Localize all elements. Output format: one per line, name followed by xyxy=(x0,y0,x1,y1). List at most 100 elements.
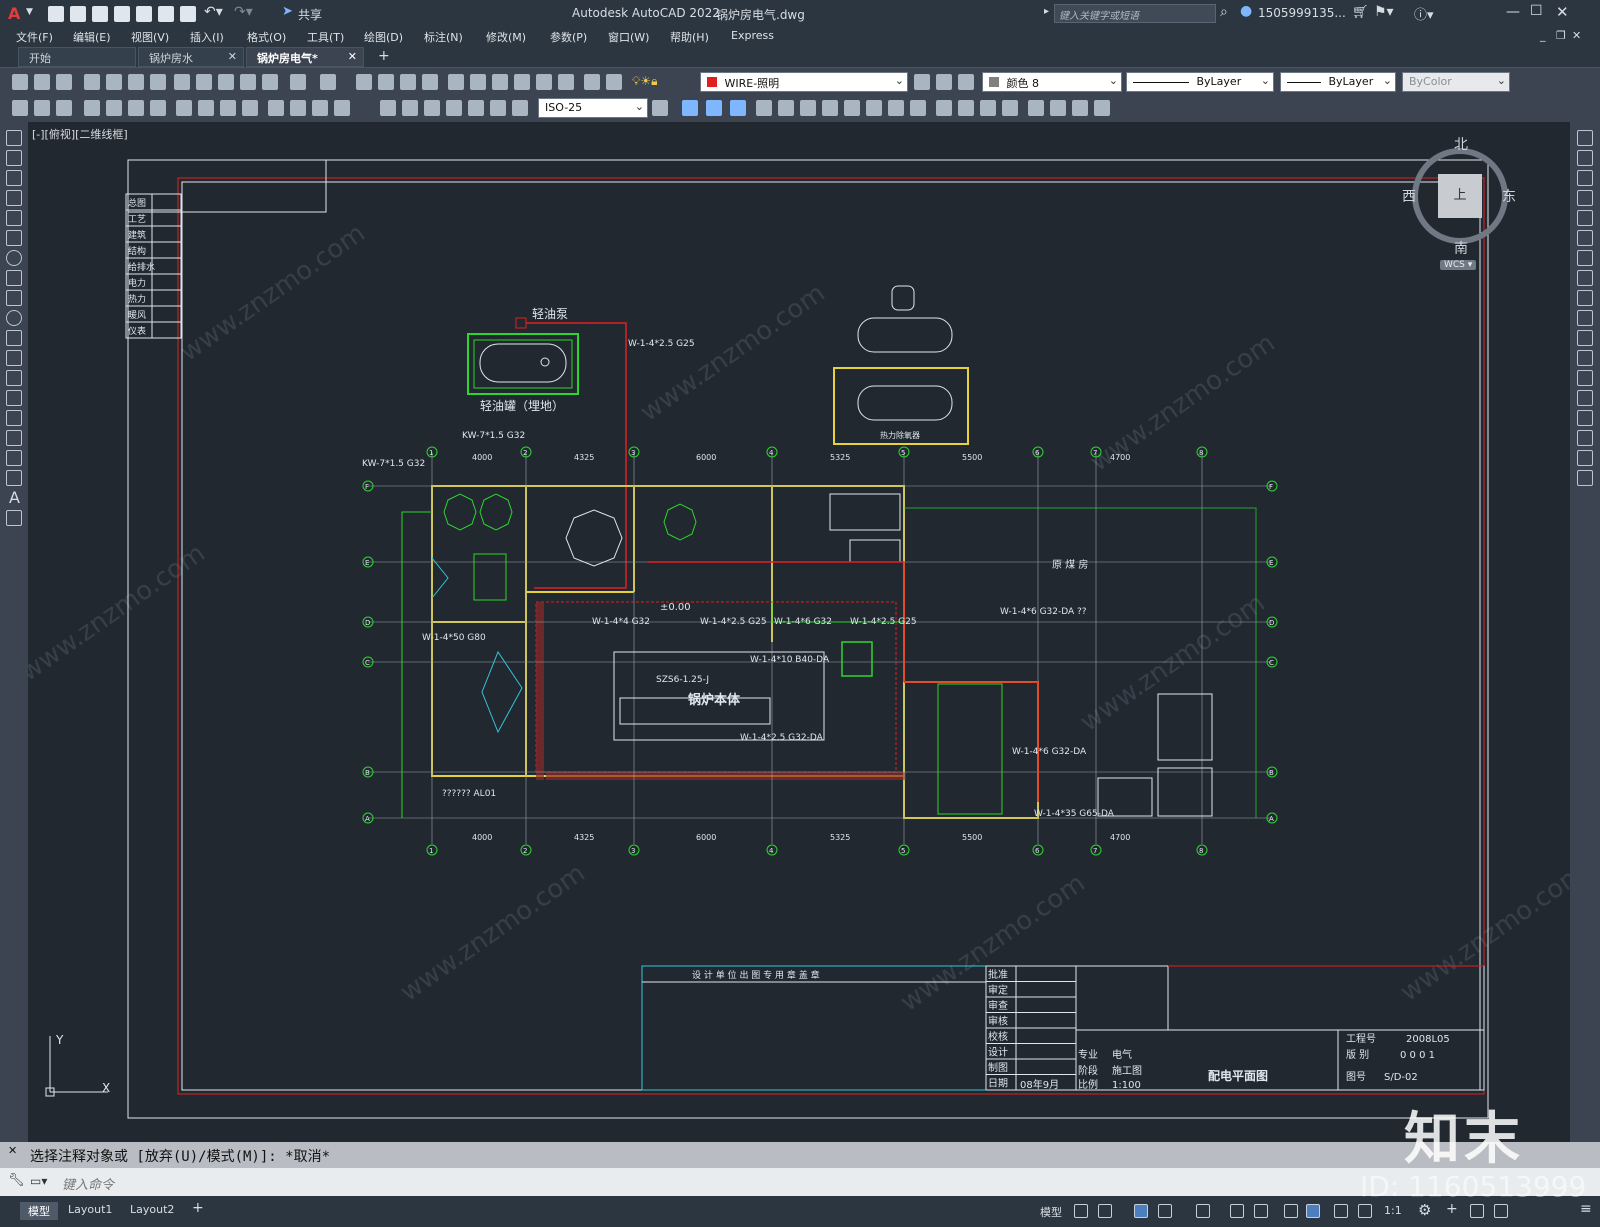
extend-icon[interactable] xyxy=(1577,330,1593,346)
publish-icon[interactable] xyxy=(128,74,144,90)
modify-11-icon[interactable] xyxy=(910,100,926,116)
calculator-icon[interactable] xyxy=(558,74,574,90)
tab-boiler-electrical[interactable]: 锅炉房电气* ✕ xyxy=(246,47,364,67)
osnap-tracking-icon[interactable] xyxy=(1230,1204,1244,1218)
zoom-window-icon[interactable] xyxy=(400,74,416,90)
modify-18-icon[interactable] xyxy=(1072,100,1088,116)
close-icon[interactable]: ✕ xyxy=(1556,3,1569,21)
move-icon[interactable] xyxy=(1577,230,1593,246)
pan-icon[interactable] xyxy=(356,74,372,90)
break-point-icon[interactable] xyxy=(1577,350,1593,366)
user-icon[interactable]: ● xyxy=(1240,3,1252,19)
inspection-icon[interactable] xyxy=(424,100,440,116)
linear-dim-icon[interactable] xyxy=(84,100,100,116)
gradient-icon[interactable] xyxy=(6,430,22,446)
menu-edit[interactable]: 编辑(E) xyxy=(73,29,111,45)
polygon-icon[interactable] xyxy=(6,190,22,206)
make-block-icon[interactable] xyxy=(6,370,22,386)
diameter-dim-icon[interactable] xyxy=(220,100,236,116)
break-icon[interactable] xyxy=(1577,370,1593,386)
tool-3-icon[interactable] xyxy=(56,100,72,116)
share-button[interactable]: 共享 xyxy=(298,6,322,23)
doc-close-icon[interactable]: ✕ xyxy=(1572,29,1581,42)
command-prompt-icon[interactable]: ▭▾ xyxy=(30,1174,47,1188)
construction-line-icon[interactable] xyxy=(6,150,22,166)
modify-9-icon[interactable] xyxy=(866,100,882,116)
dim-edit-icon[interactable] xyxy=(468,100,484,116)
polar-icon[interactable] xyxy=(1158,1204,1172,1218)
osnap-icon[interactable] xyxy=(1254,1204,1268,1218)
zoom-realtime-icon[interactable] xyxy=(378,74,394,90)
menu-insert[interactable]: 插入(I) xyxy=(190,29,224,45)
stretch-icon[interactable] xyxy=(1577,290,1593,306)
app-menu-chevron-icon[interactable]: ▼ xyxy=(26,7,33,17)
make-current-layer-icon[interactable] xyxy=(914,74,930,90)
markup-icon[interactable] xyxy=(536,74,552,90)
ellipse-arc-icon[interactable] xyxy=(6,330,22,346)
tab-close-icon[interactable]: ✕ xyxy=(228,50,237,63)
baseline-dim-icon[interactable] xyxy=(290,100,306,116)
dim-text-edit-icon[interactable] xyxy=(490,100,506,116)
add-selected-icon[interactable] xyxy=(6,510,22,526)
table-icon[interactable] xyxy=(6,470,22,486)
tolerance-icon[interactable] xyxy=(380,100,396,116)
help-icon[interactable]: ⓘ▾ xyxy=(1414,4,1434,23)
open-icon[interactable] xyxy=(34,74,50,90)
viewcube-north[interactable]: 北 xyxy=(1454,134,1468,154)
spline-icon[interactable] xyxy=(6,290,22,306)
grid-icon[interactable] xyxy=(1074,1204,1088,1218)
menu-modify[interactable]: 修改(M) xyxy=(486,29,526,45)
search-input[interactable]: 键入关键字或短语 xyxy=(1054,4,1216,23)
viewcube[interactable]: 上 北 南 西 东 WCS ▾ xyxy=(1400,134,1520,274)
3d-print-icon[interactable] xyxy=(150,74,166,90)
match-properties-icon[interactable] xyxy=(240,74,256,90)
menu-help[interactable]: 帮助(H) xyxy=(670,29,709,45)
doc-restore-icon[interactable]: ❐ xyxy=(1556,29,1566,42)
explode-icon[interactable] xyxy=(1577,470,1593,486)
modify-12-icon[interactable] xyxy=(936,100,952,116)
menu-parametric[interactable]: 参数(P) xyxy=(550,29,587,45)
new-tab-icon[interactable]: + xyxy=(378,48,390,64)
redo-icon[interactable]: ↷▾ xyxy=(234,4,253,20)
array-icon[interactable] xyxy=(1577,210,1593,226)
autodesk-app-icon[interactable]: ⚑▾ xyxy=(1374,4,1394,20)
modify-17-icon[interactable] xyxy=(1050,100,1066,116)
layer-select[interactable]: WIRE-照明 ⌄ xyxy=(700,72,908,92)
isodraft-icon[interactable] xyxy=(1196,1204,1210,1218)
tab-boiler-water[interactable]: 锅炉房水 ✕ xyxy=(138,47,244,67)
modify-6-icon[interactable] xyxy=(800,100,816,116)
layer-match-icon[interactable] xyxy=(958,74,974,90)
modify-4-icon[interactable] xyxy=(756,100,772,116)
annotation-autoscale-icon[interactable] xyxy=(1358,1204,1372,1218)
user-name[interactable]: 1505999135... xyxy=(1258,6,1346,20)
modify-5-icon[interactable] xyxy=(778,100,794,116)
ortho-icon[interactable] xyxy=(1134,1204,1148,1218)
chamfer-icon[interactable] xyxy=(1577,410,1593,426)
layer-properties-icon[interactable] xyxy=(606,74,622,90)
save-as-icon[interactable] xyxy=(114,6,130,22)
trim-icon[interactable] xyxy=(1577,310,1593,326)
color-select[interactable]: 颜色 8 ⌄ xyxy=(982,72,1122,92)
menu-dimension[interactable]: 标注(N) xyxy=(424,29,463,45)
close-command-icon[interactable]: ✕ xyxy=(8,1144,17,1157)
tab-close-icon[interactable]: ✕ xyxy=(348,50,357,63)
insert-block-icon[interactable] xyxy=(6,350,22,366)
fullscreen-icon[interactable] xyxy=(1494,1204,1508,1218)
print-preview-icon[interactable] xyxy=(106,74,122,90)
tool-palettes-icon[interactable] xyxy=(492,74,508,90)
offset-icon[interactable] xyxy=(1577,190,1593,206)
annotation-visibility-icon[interactable] xyxy=(1334,1204,1348,1218)
zoom-previous-icon[interactable] xyxy=(422,74,438,90)
tool-2-icon[interactable] xyxy=(34,100,50,116)
mtext-icon[interactable]: A xyxy=(9,488,20,507)
add-layout-icon[interactable]: + xyxy=(192,1200,204,1216)
modify-13-icon[interactable] xyxy=(958,100,974,116)
model-space-button[interactable]: 模型 xyxy=(1040,1204,1062,1220)
dimstyle-select[interactable]: ISO-25 ⌄ xyxy=(538,98,648,118)
isolate-icon[interactable] xyxy=(1470,1204,1484,1218)
revcloud-icon[interactable] xyxy=(6,270,22,286)
menu-draw[interactable]: 绘图(D) xyxy=(364,29,403,45)
join-icon[interactable] xyxy=(1577,390,1593,406)
share-icon[interactable]: ➤ xyxy=(282,4,293,19)
sheet-set-icon[interactable] xyxy=(514,74,530,90)
